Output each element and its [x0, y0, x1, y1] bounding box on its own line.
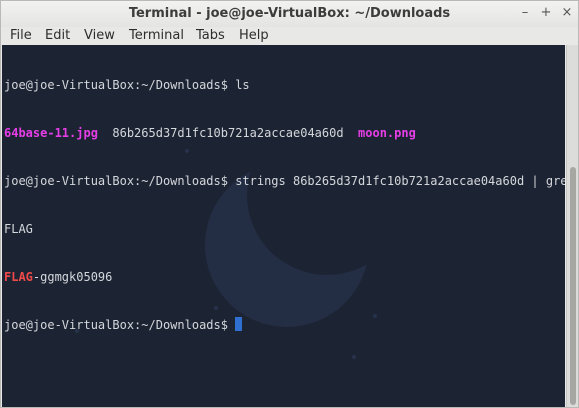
window-title: Terminal - joe@joe-VirtualBox: ~/Downloa…	[128, 6, 451, 21]
maximize-button[interactable]: +	[537, 4, 555, 22]
text-cursor	[235, 317, 243, 331]
menu-bar: File Edit View Terminal Tabs Help	[1, 27, 578, 45]
menu-terminal[interactable]: Terminal	[129, 28, 184, 43]
command-text: FLAG	[4, 222, 33, 236]
scrollbar-thumb[interactable]	[570, 167, 576, 405]
command-text: ls	[235, 78, 250, 92]
command-text: strings 86b265d37d1fc10b721a2accae04a60d…	[235, 174, 565, 188]
output-text: -ggmgk05096	[32, 270, 113, 284]
terminal-output[interactable]: joe@joe-VirtualBox:~/Downloads$ ls 64bas…	[2, 45, 565, 407]
shell-prompt: joe@joe-VirtualBox:~/Downloads$	[4, 174, 236, 188]
terminal-line: FLAG	[4, 221, 565, 237]
terminal-line: joe@joe-VirtualBox:~/Downloads$	[4, 317, 565, 333]
terminal-line: 64base-11.jpg 86b265d37d1fc10b721a2accae…	[4, 125, 565, 141]
title-bar[interactable]: Terminal - joe@joe-VirtualBox: ~/Downloa…	[1, 1, 578, 27]
menu-file[interactable]: File	[10, 28, 32, 43]
menu-tabs[interactable]: Tabs	[196, 28, 225, 43]
menu-help[interactable]: Help	[239, 28, 269, 43]
image-file-name: 64base-11.jpg	[4, 126, 98, 140]
shell-prompt: joe@joe-VirtualBox:~/Downloads$	[4, 78, 236, 92]
terminal-lines: joe@joe-VirtualBox:~/Downloads$ ls 64bas…	[4, 45, 565, 365]
vertical-scrollbar[interactable]	[566, 45, 578, 407]
spacer-text	[98, 126, 112, 140]
spacer-text	[344, 126, 358, 140]
terminal-line: FLAG-ggmgk05096	[4, 269, 565, 285]
terminal-line: joe@joe-VirtualBox:~/Downloads$ ls	[4, 77, 565, 93]
close-button[interactable]: ×	[558, 4, 576, 22]
menu-edit[interactable]: Edit	[45, 28, 70, 43]
grep-match: FLAG	[4, 270, 33, 284]
terminal-window: Terminal - joe@joe-VirtualBox: ~/Downloa…	[0, 0, 579, 408]
terminal-line: joe@joe-VirtualBox:~/Downloads$ strings …	[4, 173, 565, 189]
image-file-name: moon.png	[358, 126, 416, 140]
shell-prompt: joe@joe-VirtualBox:~/Downloads$	[4, 318, 236, 332]
minimize-button[interactable]: –	[516, 4, 534, 22]
file-name: 86b265d37d1fc10b721a2accae04a60d	[112, 126, 344, 140]
menu-view[interactable]: View	[84, 28, 115, 43]
